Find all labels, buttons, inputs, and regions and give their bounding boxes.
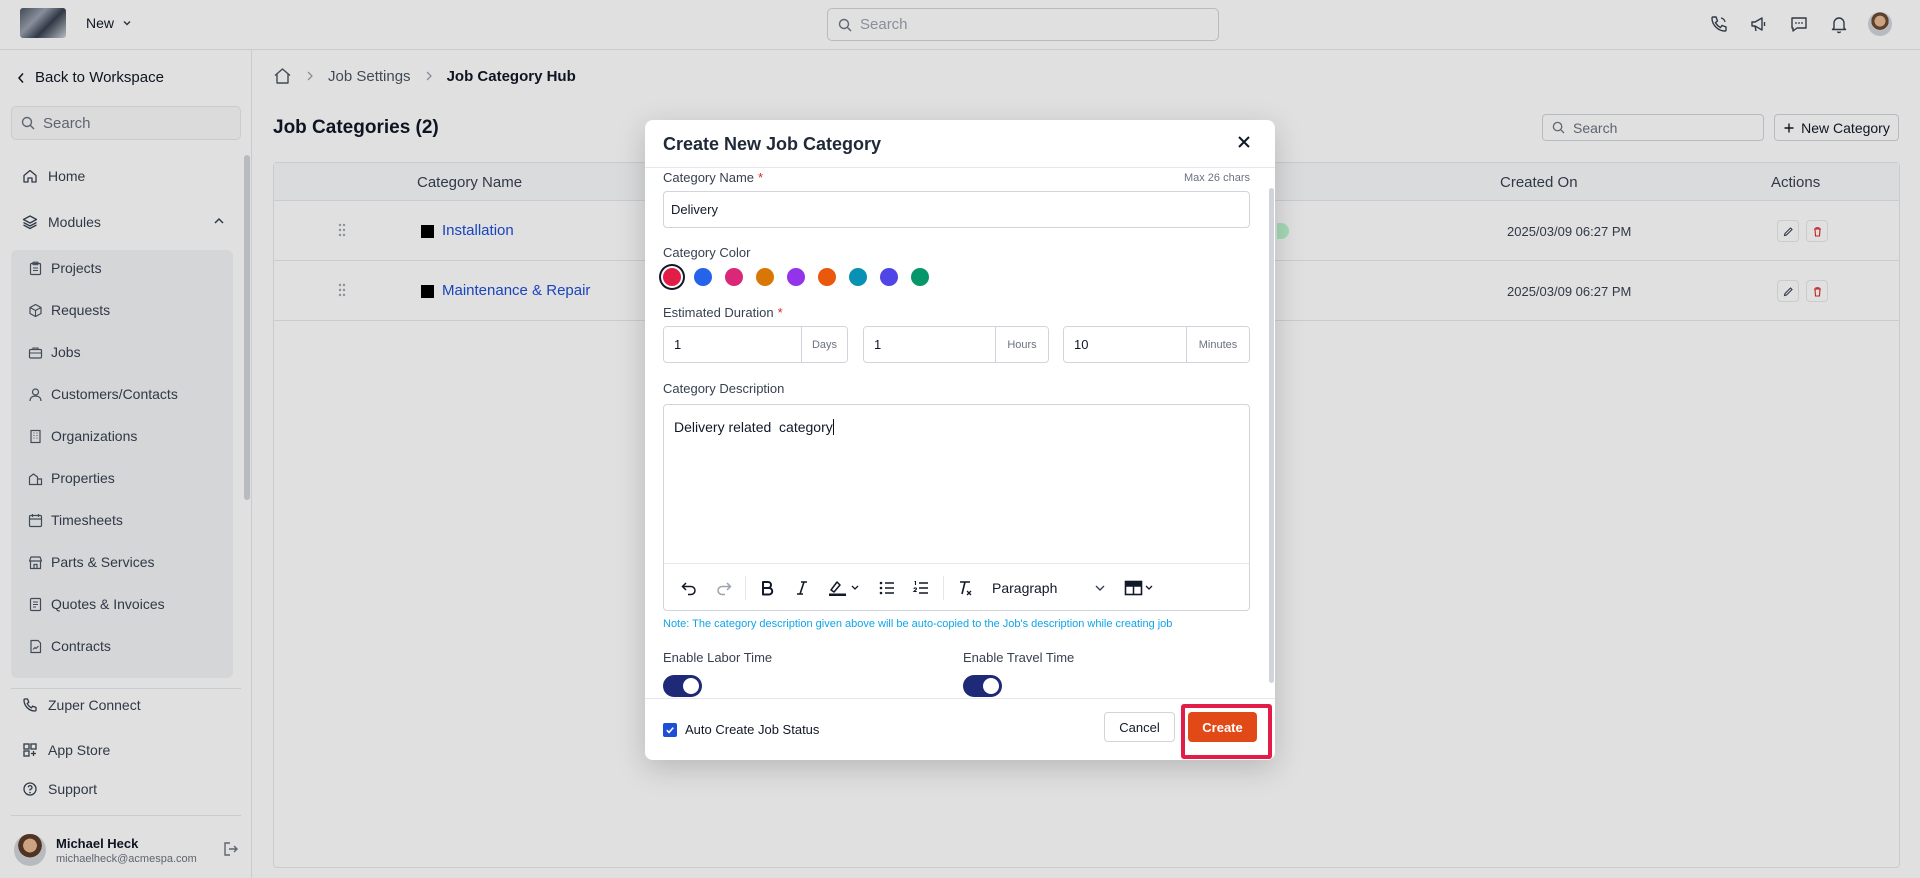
color-option-green[interactable] bbox=[911, 268, 929, 286]
label-text: Category Name bbox=[663, 170, 755, 185]
chevron-down-icon bbox=[1094, 583, 1106, 593]
bold-icon[interactable] bbox=[759, 579, 775, 597]
color-option-red[interactable] bbox=[663, 268, 681, 286]
bullet-list-icon[interactable] bbox=[878, 579, 896, 597]
days-unit: Days bbox=[801, 327, 847, 362]
toolbar-divider bbox=[943, 576, 944, 600]
color-option-amber[interactable] bbox=[756, 268, 774, 286]
description-editor[interactable]: Delivery related category Paragraph bbox=[663, 404, 1250, 611]
description-text[interactable]: Delivery related category bbox=[674, 419, 834, 435]
color-option-indigo[interactable] bbox=[880, 268, 898, 286]
checkbox-checked-icon[interactable] bbox=[663, 722, 677, 737]
auto-create-status-label: Auto Create Job Status bbox=[685, 722, 820, 737]
modal-header: Create New Job Category bbox=[645, 120, 1275, 168]
color-option-pink[interactable] bbox=[725, 268, 743, 286]
category-color-label: Category Color bbox=[663, 245, 751, 260]
description-value: Delivery related category bbox=[674, 419, 833, 435]
auto-create-status-checkbox[interactable]: Auto Create Job Status bbox=[663, 722, 819, 737]
table-icon[interactable] bbox=[1124, 579, 1158, 597]
required-mark: * bbox=[758, 170, 764, 185]
close-icon[interactable] bbox=[1237, 135, 1251, 149]
color-option-purple[interactable] bbox=[787, 268, 805, 286]
max-chars-hint: Max 26 chars bbox=[1183, 172, 1250, 184]
travel-time-label: Enable Travel Time bbox=[963, 650, 1075, 665]
duration-hours-input[interactable] bbox=[864, 327, 995, 362]
estimated-duration-label: Estimated Duration * bbox=[663, 305, 783, 320]
category-name-input[interactable] bbox=[663, 191, 1250, 228]
undo-icon[interactable] bbox=[680, 579, 698, 597]
label-text: Estimated Duration bbox=[663, 305, 774, 320]
paragraph-label: Paragraph bbox=[992, 580, 1058, 596]
redo-icon[interactable] bbox=[715, 579, 733, 597]
numbered-list-icon[interactable] bbox=[912, 579, 930, 597]
duration-days-input[interactable] bbox=[664, 327, 801, 362]
duration-minutes-input[interactable] bbox=[1064, 327, 1186, 362]
modal-scrollbar[interactable] bbox=[1269, 188, 1274, 683]
labor-time-toggle[interactable] bbox=[663, 675, 702, 697]
toolbar-divider bbox=[745, 576, 746, 600]
required-mark: * bbox=[777, 305, 783, 320]
create-category-modal: Create New Job Category Category Name * M… bbox=[645, 120, 1275, 760]
description-note: Note: The category description given abo… bbox=[663, 618, 1173, 630]
create-button[interactable]: Create bbox=[1188, 712, 1257, 742]
travel-time-toggle[interactable] bbox=[963, 675, 1002, 697]
italic-icon[interactable] bbox=[795, 579, 809, 597]
minutes-unit: Minutes bbox=[1186, 327, 1249, 362]
color-option-blue[interactable] bbox=[694, 268, 712, 286]
cancel-button[interactable]: Cancel bbox=[1104, 712, 1175, 742]
modal-title: Create New Job Category bbox=[663, 134, 882, 154]
duration-minutes-field: Minutes bbox=[1063, 326, 1250, 363]
color-option-cyan[interactable] bbox=[849, 268, 867, 286]
hours-unit: Hours bbox=[995, 327, 1048, 362]
color-option-orange[interactable] bbox=[818, 268, 836, 286]
paragraph-style-select[interactable]: Paragraph bbox=[984, 575, 1114, 601]
clear-formatting-icon[interactable] bbox=[956, 579, 974, 597]
labor-time-label: Enable Labor Time bbox=[663, 650, 773, 665]
modal-footer: Auto Create Job Status Cancel Create bbox=[645, 698, 1275, 760]
highlight-color-icon[interactable] bbox=[827, 579, 861, 597]
editor-toolbar: Paragraph bbox=[664, 563, 1249, 611]
color-picker bbox=[663, 268, 929, 286]
duration-hours-field: Hours bbox=[863, 326, 1049, 363]
text-caret bbox=[832, 419, 834, 435]
category-name-label: Category Name * bbox=[663, 170, 763, 185]
category-description-label: Category Description bbox=[663, 381, 785, 396]
duration-days-field: Days bbox=[663, 326, 848, 363]
